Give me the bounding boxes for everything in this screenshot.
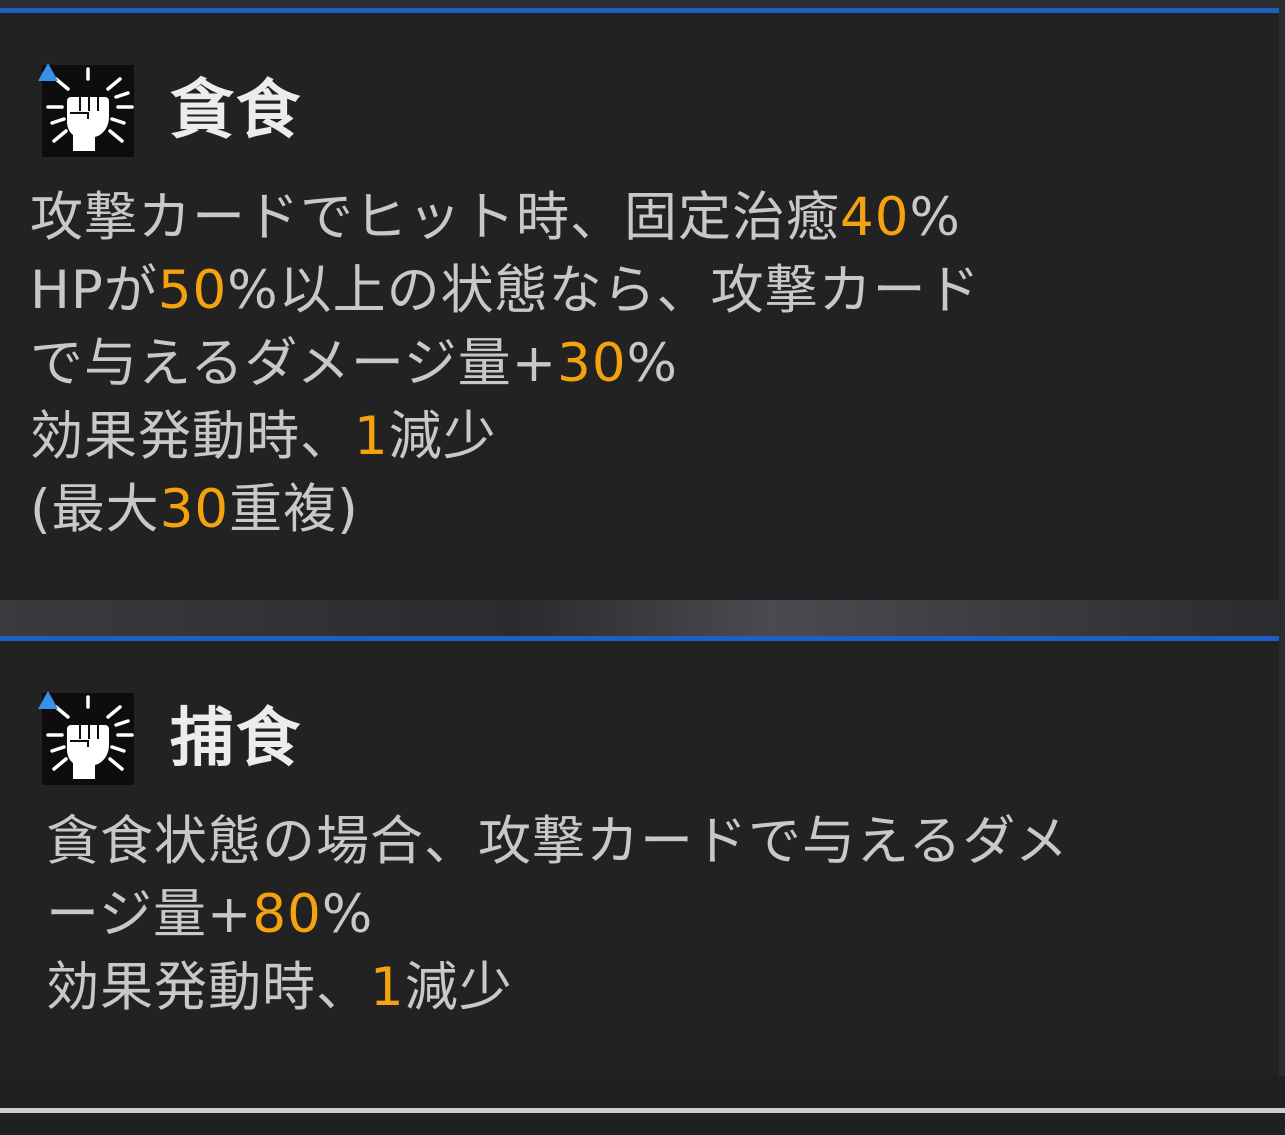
highlight-value: 30 (557, 333, 627, 394)
description-text: 重複) (229, 479, 359, 540)
description-text: % (626, 333, 678, 394)
clenched-fist-burst-icon (38, 691, 134, 785)
description-text: ージ量+ (46, 884, 253, 945)
description-line: HPが50%以上の状態なら、攻撃カード (30, 254, 981, 327)
skill-title: 貪食 (170, 74, 302, 148)
highlight-value: 50 (157, 260, 228, 321)
description-text: 減少 (388, 406, 497, 467)
description-text: で与えるダメージ量+ (30, 333, 558, 394)
description-text: 効果発動時、 (46, 957, 370, 1018)
clenched-fist-burst-icon (38, 63, 134, 157)
bottom-divider (0, 1108, 1285, 1113)
highlight-value: 40 (840, 187, 910, 248)
skill-panel-1: 貪食 攻撃カードでヒット時、固定治癒40% HPが50%以上の状態なら、攻撃カード… (0, 8, 1279, 600)
description-line: 攻撃カードでヒット時、固定治癒40% (30, 181, 981, 254)
description-text: HPが (30, 260, 158, 321)
highlight-value: 1 (354, 406, 389, 467)
description-text: % (909, 187, 961, 248)
right-edge (1279, 0, 1285, 1135)
panel-separator (0, 600, 1285, 636)
highlight-value: 1 (370, 957, 405, 1018)
highlight-value: 80 (252, 884, 322, 945)
description-text: % (321, 884, 374, 945)
description-line: 効果発動時、1減少 (30, 400, 981, 473)
skill-panel-2: 捕食 貪食状態の場合、攻撃カードで与えるダメ ージ量+80% 効果発動時、1減少 (0, 636, 1279, 1076)
description-line: 貪食状態の場合、攻撃カードで与えるダメ (46, 805, 1069, 878)
description-line: ージ量+80% (46, 878, 1069, 951)
description-text: 減少 (404, 957, 513, 1018)
description-line: で与えるダメージ量+30% (30, 327, 981, 400)
description-text: 効果発動時、 (30, 406, 354, 467)
description-line: (最大30重複) (30, 473, 981, 546)
description-text: (最大 (30, 479, 160, 540)
panel-footer (0, 1076, 1285, 1135)
highlight-value: 30 (159, 479, 230, 540)
description-text: 攻撃カードでヒット時、固定治癒 (30, 187, 840, 248)
skill-description: 攻撃カードでヒット時、固定治癒40% HPが50%以上の状態なら、攻撃カード で与え… (30, 181, 981, 546)
description-text: %以上の状態なら、攻撃カード (227, 260, 981, 321)
description-text: 貪食状態の場合、攻撃カードで与えるダメ (46, 811, 1069, 872)
skill-description: 貪食状態の場合、攻撃カードで与えるダメ ージ量+80% 効果発動時、1減少 (46, 805, 1069, 1024)
description-line: 効果発動時、1減少 (46, 951, 1069, 1024)
skill-title: 捕食 (170, 702, 302, 776)
